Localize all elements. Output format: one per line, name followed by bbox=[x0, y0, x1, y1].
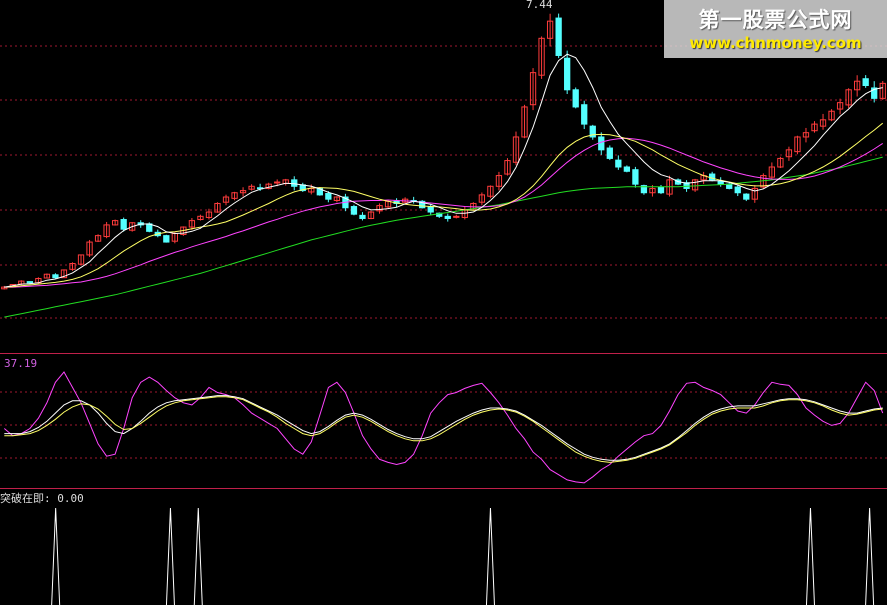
watermark-title: 第一股票公式网 bbox=[698, 8, 853, 32]
candle-body-74 bbox=[632, 169, 639, 185]
oscillator-line-1 bbox=[4, 395, 883, 461]
signal-indicator-label: 突破在即: 0.00 bbox=[0, 492, 84, 505]
candle-body-32 bbox=[274, 181, 281, 184]
oscillator-value-label: 37.19 bbox=[4, 357, 38, 370]
candle-body-86 bbox=[734, 186, 741, 194]
candle-body-19 bbox=[163, 235, 170, 243]
candle-body-6 bbox=[52, 274, 59, 279]
candle-body-72 bbox=[615, 159, 622, 168]
candle-body-77 bbox=[657, 186, 665, 194]
candle-body-66 bbox=[564, 57, 571, 91]
candle-body-34 bbox=[291, 179, 298, 187]
signal-spike-4 bbox=[805, 507, 815, 605]
watermark: 第一股票公式网 www.chnmoney.com bbox=[664, 0, 887, 58]
moving-average-lines bbox=[4, 53, 884, 318]
price-peak-label: 7.44 bbox=[526, 0, 553, 11]
candle-body-84 bbox=[717, 180, 724, 185]
signal-spike-3 bbox=[485, 507, 495, 605]
candle-body-41 bbox=[350, 206, 358, 215]
candle-body-65 bbox=[555, 17, 562, 56]
oscillator-lines bbox=[3, 371, 884, 484]
candle-body-87 bbox=[743, 193, 750, 200]
ma-mid-line bbox=[4, 122, 884, 288]
signal-spike-5 bbox=[865, 507, 875, 605]
candle-body-68 bbox=[581, 104, 588, 125]
candle-body-73 bbox=[623, 166, 631, 172]
candle-body-71 bbox=[606, 147, 613, 159]
stock-chart-canvas bbox=[0, 13, 887, 605]
candle-body-85 bbox=[726, 183, 733, 189]
candle-body-52 bbox=[444, 215, 451, 219]
ma-short-line bbox=[4, 53, 883, 288]
signal-spike-0 bbox=[51, 507, 61, 605]
candle-body-67 bbox=[572, 89, 579, 108]
signal-spike-1 bbox=[165, 507, 175, 605]
candle-body-101 bbox=[862, 78, 869, 87]
candle-body-3 bbox=[26, 281, 33, 284]
candle-body-38 bbox=[325, 193, 332, 200]
signal-spike-2 bbox=[193, 507, 203, 605]
candle-body-42 bbox=[359, 214, 366, 219]
watermark-url: www.chnmoney.com bbox=[689, 34, 862, 52]
candle-body-14 bbox=[120, 219, 127, 230]
candle-body-50 bbox=[427, 206, 434, 213]
signal-spikes bbox=[51, 507, 875, 605]
oscillator-line-0 bbox=[3, 371, 884, 484]
ma-very-long-line bbox=[4, 156, 883, 318]
